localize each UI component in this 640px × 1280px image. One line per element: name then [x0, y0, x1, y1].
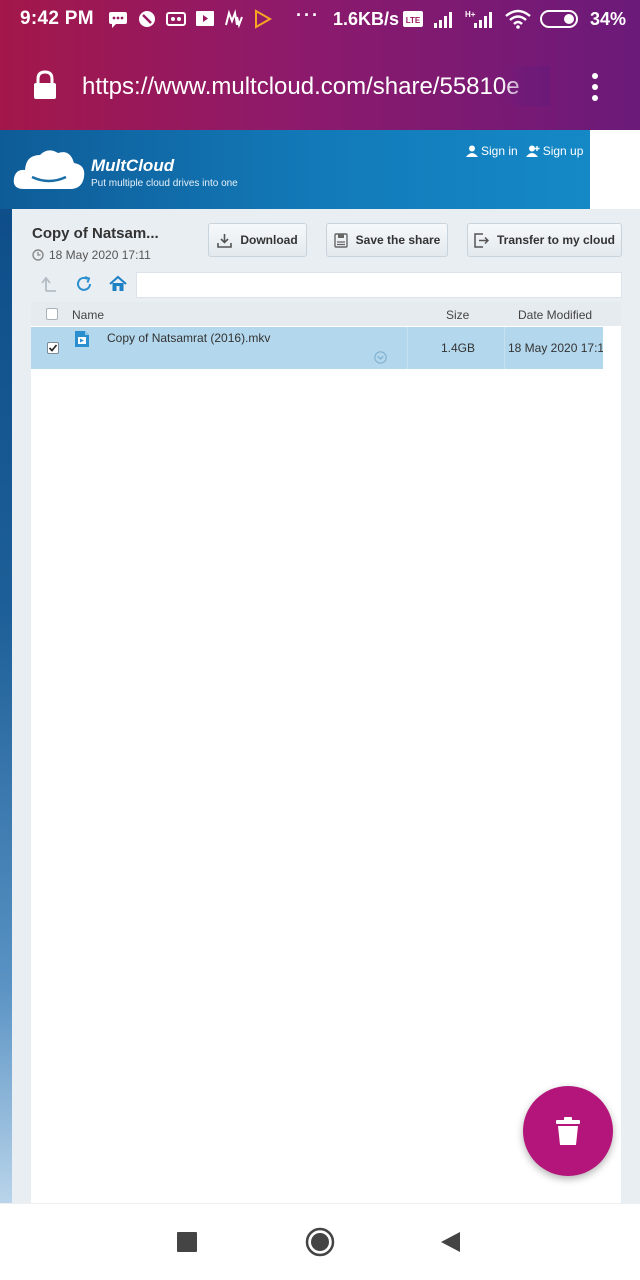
user-icon [466, 145, 478, 157]
overflow-menu-icon[interactable] [588, 72, 602, 102]
android-nav-bar [0, 1203, 640, 1280]
transfer-icon [474, 232, 489, 248]
url-text[interactable]: https://www.multcloud.com/share/55810e [82, 73, 544, 101]
battery-icon [540, 10, 578, 28]
url-fade [500, 66, 550, 106]
auth-links: Sign in Sign up [466, 144, 583, 158]
check-icon [48, 344, 58, 352]
status-bar: 9:42 PM ··· 1.6KB/s LTE H+ 34% [0, 0, 640, 40]
status-time: 9:42 PM [20, 8, 94, 29]
battery-percent: 34% [590, 9, 627, 29]
table-row[interactable]: Copy of Natsamrat (2016).mkv 1.4GB 18 Ma… [31, 327, 603, 369]
row-divider [504, 327, 505, 369]
row-divider [407, 327, 408, 369]
more-notifications: ··· [296, 5, 320, 25]
table-header: Name Size Date Modified [31, 302, 621, 326]
wifi-icon [505, 9, 531, 29]
site-header: MultCloud Put multiple cloud drives into… [0, 130, 590, 209]
chevron-down-icon[interactable] [374, 351, 387, 364]
browser-chrome: 9:42 PM ··· 1.6KB/s LTE H+ 34% https://w… [0, 0, 640, 130]
path-field[interactable] [136, 272, 622, 298]
multcloud-logo-icon[interactable] [12, 145, 86, 193]
file-name[interactable]: Copy of Natsamrat (2016).mkv [107, 331, 270, 345]
save-icon [333, 232, 348, 248]
delete-fab[interactable] [523, 1086, 613, 1176]
url-bar[interactable]: https://www.multcloud.com/share/55810e [0, 56, 640, 116]
file-date-modified: 18 May 2020 17:11 [508, 341, 603, 355]
download-label: Download [240, 233, 298, 247]
save-share-button[interactable]: Save the share [326, 223, 448, 257]
cassette-icon [166, 12, 186, 26]
brand-tagline: Put multiple cloud drives into one [91, 178, 238, 189]
download-button[interactable]: Download [208, 223, 307, 257]
system-icons: LTE H+ [402, 9, 580, 29]
save-share-label: Save the share [355, 233, 441, 247]
myntra-icon [225, 9, 243, 29]
lock-icon [34, 70, 56, 99]
file-size: 1.4GB [441, 341, 476, 355]
sign-up-link[interactable]: Sign up [525, 144, 584, 158]
side-gradient [0, 130, 12, 1203]
column-size[interactable]: Size [446, 308, 469, 322]
share-date: 18 May 2020 17:11 [32, 248, 151, 262]
select-all-checkbox[interactable] [46, 308, 58, 320]
refresh-icon[interactable] [75, 275, 93, 293]
sign-in-link[interactable]: Sign in [466, 144, 518, 158]
recents-button-icon[interactable] [177, 1232, 197, 1252]
share-title: Copy of Natsam... [32, 225, 159, 242]
brand-name[interactable]: MultCloud [91, 156, 174, 176]
transfer-button[interactable]: Transfer to my cloud [467, 223, 622, 257]
play-store-icon [255, 9, 273, 29]
home-button-icon[interactable] [305, 1227, 335, 1257]
back-button-icon[interactable] [440, 1231, 461, 1253]
network-speed: 1.6KB/s [333, 9, 400, 29]
column-date-modified[interactable]: Date Modified [518, 308, 592, 322]
video-file-icon [75, 331, 89, 347]
up-level-icon[interactable] [40, 275, 58, 293]
transfer-label: Transfer to my cloud [496, 233, 616, 247]
svg-text:LTE: LTE [406, 16, 421, 25]
add-user-icon [525, 145, 540, 157]
share-date-text: 18 May 2020 17:11 [49, 248, 151, 262]
video-icon [196, 11, 214, 26]
download-icon [217, 233, 233, 248]
sign-in-label: Sign in [481, 144, 518, 158]
trash-icon [556, 1117, 580, 1145]
file-list: Name Size Date Modified Copy of Natsamra… [31, 302, 621, 1203]
column-name[interactable]: Name [72, 308, 104, 322]
web-page: MultCloud Put multiple cloud drives into… [0, 130, 640, 1203]
svg-text:H+: H+ [465, 10, 476, 19]
volte-icon: LTE [403, 11, 423, 27]
notification-icons [108, 9, 273, 29]
sign-up-label: Sign up [542, 144, 584, 158]
share-panel: Copy of Natsam... 18 May 2020 17:11 Down… [12, 209, 640, 1203]
message-icon [109, 12, 127, 28]
clock-icon [32, 249, 44, 261]
blocked-icon [139, 11, 155, 27]
path-nav [32, 272, 622, 298]
signal-icon-1 [434, 12, 452, 28]
row-checkbox[interactable] [47, 342, 59, 354]
header-right-gap [590, 130, 640, 209]
signal-icon-2: H+ [465, 10, 492, 28]
home-icon[interactable] [109, 275, 127, 293]
